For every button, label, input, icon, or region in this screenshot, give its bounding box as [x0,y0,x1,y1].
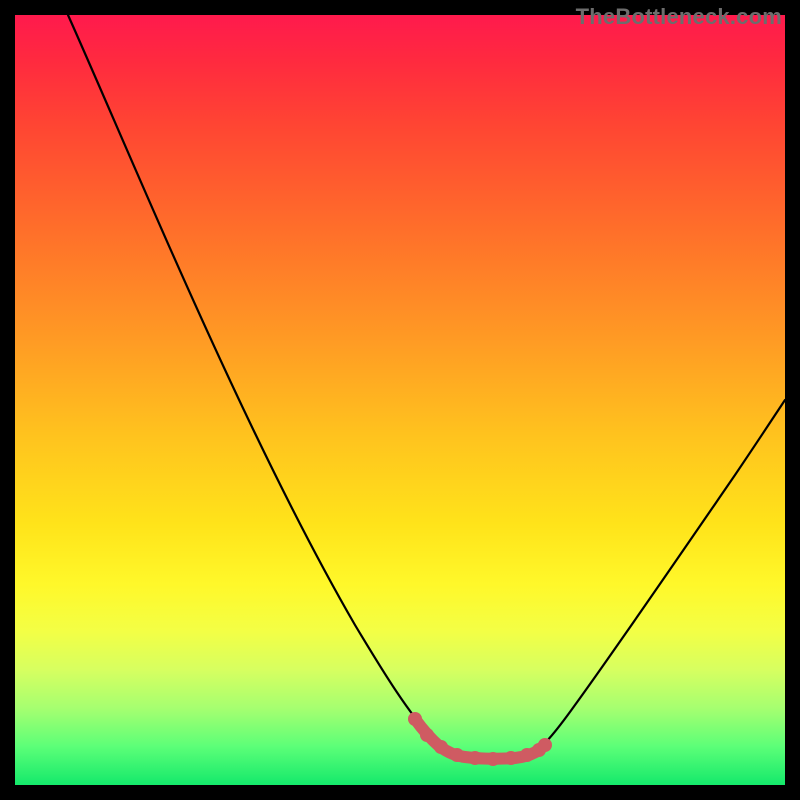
highlight-dot [408,712,422,726]
highlight-dot [450,748,464,762]
highlight-dot [538,738,552,752]
bottleneck-curve-line [68,15,785,759]
highlight-dot [420,728,434,742]
highlight-dot [486,752,500,766]
watermark-text: TheBottleneck.com [576,4,782,30]
bottleneck-curve-svg [15,15,785,785]
highlight-dot [468,751,482,765]
chart-canvas [15,15,785,785]
highlight-dot [504,751,518,765]
highlight-dot [434,740,448,754]
highlight-dot [520,748,534,762]
